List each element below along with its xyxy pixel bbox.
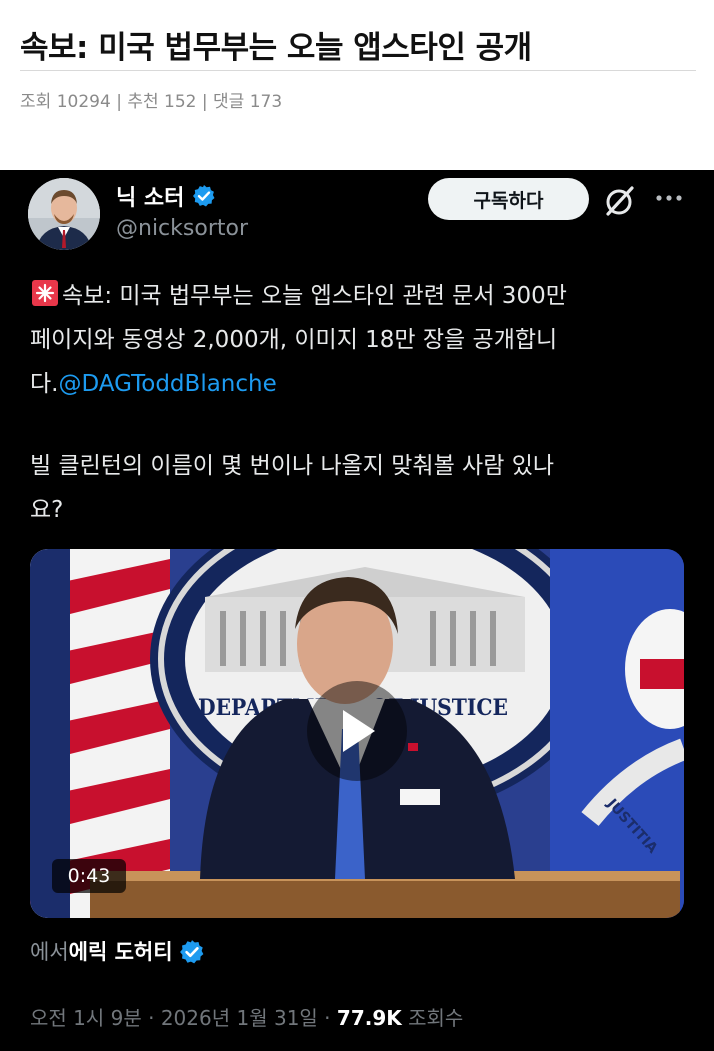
tweet-text-line-1: 속보: 미국 법무부는 오늘 엡스타인 관련 문서 300만 [30,274,690,318]
subscribe-button[interactable]: 구독하다 [428,178,589,220]
article-meta: 조회 10294 | 추천 152 | 댓글 173 [20,87,282,112]
grok-icon[interactable] [603,184,637,218]
video-player[interactable]: DEPARTMENT OF JUSTICE JUSTITIA [30,549,684,918]
source-name[interactable]: 에릭 도허티 [69,936,173,966]
recommend-label: 추천 [127,92,159,112]
recommend-count: 152 [164,92,197,112]
play-button[interactable] [307,681,407,781]
meta-separator: | [116,92,122,112]
siren-emoji-icon [30,278,60,308]
tweet-timestamp: 오전 1시 9분 · 2026년 1월 31일 · 77.9K 조회수 [30,1002,463,1031]
tweet-question-line-1: 빌 클린턴의 이름이 몇 번이나 나올지 맞춰볼 사람 있나 [30,453,555,479]
tweet-text: 속보: 미국 법무부는 오늘 엡스타인 관련 문서 300만 페이지와 동영상 … [30,274,690,406]
source-prefix: 에서 [30,940,69,964]
tweet-text-line-2: 페이지와 동영상 2,000개, 이미지 18만 장을 공개합니 [30,327,558,353]
article-header: 속보: 미국 법무부는 오늘 앱스타인 공개 조회 10294 | 추천 152… [0,0,714,170]
comments-count: 173 [249,92,283,112]
author-handle[interactable]: @nicksortor [116,216,248,241]
tweet-text-segment: 다. [30,371,59,397]
tweet-text-line-3: 다.@DAGToddBlanche [30,362,690,406]
avatar[interactable] [28,178,100,250]
header-divider [20,70,696,71]
views-label: 조회 [20,92,52,112]
mention-link[interactable]: @DAGToddBlanche [58,371,276,397]
verified-badge-icon [179,939,203,964]
video-source: 에서 에릭 도허티 [30,936,203,966]
tweet-embed: 닉 소터 @nicksortor 구독하다 속보: 미국 법무부는 오늘 엡스타… [0,170,714,1051]
tweet-views-label: 조회수 [408,1006,464,1030]
tweet-text-segment: 속보: 미국 법무부는 오늘 엡스타인 관련 문서 300만 [62,283,567,309]
tweet-question: 빌 클린턴의 이름이 몇 번이나 나올지 맞춰볼 사람 있나 요? [30,444,690,532]
more-icon[interactable] [655,188,683,208]
play-icon [343,710,375,752]
article-title: 속보: 미국 법무부는 오늘 앱스타인 공개 [20,30,532,66]
doj-flag: JUSTITIA [550,549,684,918]
comments-label: 댓글 [213,92,245,112]
tweet-views-count: 77.9K [336,1006,402,1030]
author-name[interactable]: 닉 소터 [116,180,216,212]
author-name-text[interactable]: 닉 소터 [116,180,184,212]
verified-badge-icon [192,184,216,208]
views-count: 10294 [56,92,111,112]
meta-separator: | [201,92,208,112]
timestamp-text[interactable]: 오전 1시 9분 · 2026년 1월 31일 · [30,1006,337,1030]
tweet-question-line-2: 요? [30,497,64,523]
video-duration: 0:43 [52,859,126,893]
